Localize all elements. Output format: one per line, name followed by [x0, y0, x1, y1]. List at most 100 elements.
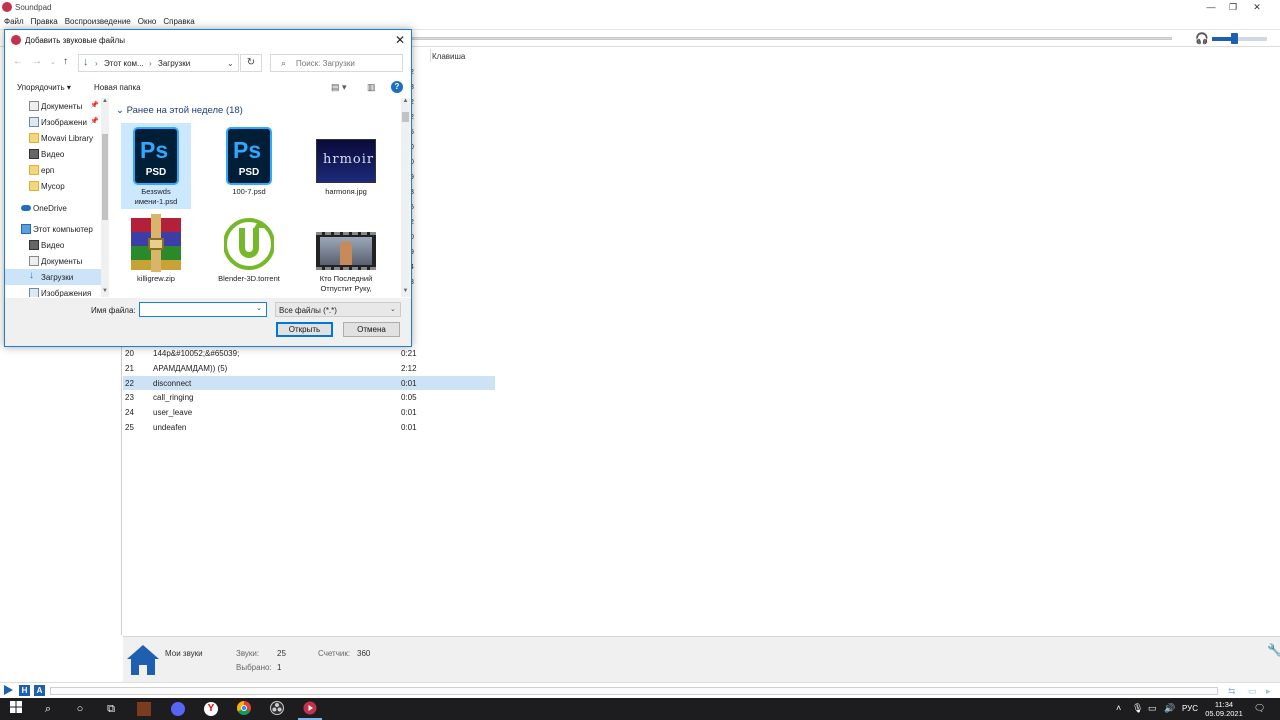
tree-item[interactable]: Изображени 📌 — [5, 114, 101, 130]
table-row[interactable]: 21 АРАМДАМДАМ)) (5) 2:12 — [123, 361, 495, 375]
tree-item[interactable]: Видео — [5, 237, 101, 253]
auto-toggle-button[interactable]: A — [34, 685, 45, 696]
tree-item[interactable]: OneDrive — [5, 200, 101, 216]
wrench-icon[interactable]: 🔧 — [1267, 643, 1280, 657]
headphones-icon[interactable]: 🎧 — [1195, 32, 1209, 45]
address-dropdown-icon[interactable]: ⌄ — [227, 59, 234, 68]
tree-item[interactable]: Документы 📌 — [5, 98, 101, 114]
table-row[interactable]: 20 144p&#10052;&#65039; 0:21 — [123, 346, 495, 360]
scroll-down-icon[interactable]: ▼ — [101, 288, 109, 294]
playback-progress-bar[interactable] — [412, 37, 1172, 40]
counter-label: Счетчик: — [318, 649, 351, 658]
playlist-icon[interactable]: ▸ — [1266, 686, 1271, 697]
file-type-select[interactable]: Все файлы (*.*) ⌄ — [275, 302, 401, 317]
table-row[interactable]: 22 disconnect 0:01 — [123, 375, 495, 390]
table-row[interactable]: 25 undeafen 0:01 — [123, 420, 495, 434]
file-item[interactable]: hrmoir harmonя.jpg — [311, 123, 381, 209]
tree-item[interactable]: Документы — [5, 253, 101, 269]
files-scrollbar-thumb[interactable] — [402, 112, 409, 122]
preview-pane-icon[interactable]: ▥ — [367, 82, 376, 93]
search-box[interactable]: ⌕ — [270, 54, 403, 72]
scroll-down-icon[interactable]: ▼ — [401, 288, 410, 294]
menu-file[interactable]: Файл — [0, 15, 27, 26]
filename-history-dropdown-icon[interactable]: ⌄ — [256, 304, 262, 312]
menu-edit[interactable]: Правка — [27, 15, 61, 26]
refresh-icon[interactable]: ↻ — [240, 54, 262, 72]
table-row[interactable]: 23 call_ringing 0:05 — [123, 390, 495, 404]
windows-start-icon[interactable] — [8, 701, 24, 717]
tree-scrollbar-thumb[interactable] — [102, 134, 108, 220]
tree-item[interactable]: Мусор — [5, 178, 101, 194]
file-item[interactable]: Ps PSD Безswds имени-1.psd — [121, 123, 191, 209]
up-arrow-icon[interactable]: ↑ — [63, 56, 68, 67]
winrar-taskbar-icon[interactable] — [137, 702, 151, 716]
breadcrumb-downloads[interactable]: Загрузки — [158, 59, 190, 68]
shuffle-icon[interactable]: ▭ — [1248, 686, 1257, 697]
tree-item[interactable]: Movavi Library — [5, 130, 101, 146]
new-folder-button[interactable]: Новая папка — [94, 83, 141, 92]
notifications-icon[interactable]: 🗨 — [1254, 703, 1265, 714]
yandex-browser-icon[interactable]: Y — [204, 702, 218, 716]
cancel-button[interactable]: Отмена — [343, 322, 400, 337]
group-header[interactable]: ⌄ Ранее на этой неделе (18) — [116, 105, 243, 116]
menu-help[interactable]: Справка — [159, 15, 197, 26]
filename-field[interactable]: ⌄ — [139, 302, 267, 317]
close-icon[interactable]: ✕ — [1234, 0, 1280, 15]
tray-expand-icon[interactable]: ˄ — [1116, 703, 1121, 713]
scroll-up-icon[interactable]: ▲ — [401, 98, 410, 104]
recent-locations-icon[interactable]: ⌄ — [50, 58, 56, 66]
chrome-icon[interactable] — [236, 701, 252, 717]
file-item[interactable]: Blender-3D.torrent — [214, 210, 284, 296]
search-icon[interactable]: ⌕ — [40, 701, 56, 717]
breadcrumb-this-pc[interactable]: Этот ком... — [104, 59, 144, 68]
column-key-header[interactable]: Клавиша — [432, 52, 465, 61]
language-indicator[interactable]: РУС — [1182, 704, 1198, 713]
clock-date: 05.09.2021 — [1205, 709, 1243, 718]
open-button[interactable]: Открыть — [276, 322, 333, 337]
menu-window[interactable]: Окно — [134, 15, 160, 26]
hotkeys-toggle-button[interactable]: H — [19, 685, 30, 696]
filename-input[interactable] — [142, 304, 252, 315]
microphone-icon[interactable]: 🎙 — [1132, 703, 1143, 714]
tree-item[interactable]: Видео — [5, 146, 101, 162]
category-name: Мои звуки — [165, 649, 203, 658]
tree-scrollbar[interactable]: ▲ ▼ — [101, 98, 109, 297]
file-item[interactable]: Ps PSD 100-7.psd — [214, 123, 284, 209]
tree-item[interactable]: ↓ Загрузки — [5, 269, 101, 285]
cortana-icon[interactable]: ○ — [72, 701, 88, 717]
scroll-up-icon[interactable]: ▲ — [101, 98, 109, 104]
view-options-icon[interactable]: ▤ ▾ — [331, 82, 347, 93]
seek-bar[interactable] — [50, 687, 1218, 695]
help-icon[interactable]: ? — [391, 81, 403, 93]
row-duration: 0:05 — [401, 393, 417, 403]
volume-slider[interactable] — [1212, 37, 1267, 41]
organize-button[interactable]: Упорядочить ▾ — [17, 83, 71, 92]
tree-item[interactable]: ерп — [5, 162, 101, 178]
forward-arrow-icon[interactable]: → — [32, 56, 42, 67]
search-input[interactable] — [296, 57, 400, 70]
home-icon[interactable] — [126, 643, 160, 677]
image-thumbnail: hrmoir — [316, 127, 376, 185]
address-bar[interactable]: ↓ › Этот ком... › Загрузки ⌄ — [78, 54, 239, 72]
play-icon[interactable] — [4, 685, 13, 695]
dialog-close-icon[interactable]: ✕ — [395, 33, 405, 47]
file-item[interactable]: killigrew.zip — [121, 210, 191, 296]
table-row[interactable]: 24 user_leave 0:01 — [123, 405, 495, 419]
tree-item[interactable]: Изображения — [5, 285, 101, 297]
tree-item[interactable]: Этот компьютер — [5, 221, 101, 237]
task-view-icon[interactable]: ⧉ — [103, 701, 119, 717]
column-separator — [430, 49, 431, 62]
soundpad-taskbar-icon[interactable] — [302, 701, 318, 717]
network-icon[interactable]: ▭ — [1148, 703, 1157, 714]
file-item[interactable]: Кто Последний Отпустит Руку, — [311, 210, 381, 296]
volume-slider-thumb[interactable] — [1231, 33, 1238, 44]
files-scrollbar[interactable]: ▲ ▼ — [401, 98, 410, 297]
clock[interactable]: 11:34 05.09.2021 — [1204, 700, 1244, 718]
repeat-icon[interactable]: ⇆ — [1228, 686, 1236, 697]
discord-icon[interactable] — [171, 702, 185, 716]
obs-icon[interactable] — [269, 701, 285, 717]
speaker-icon[interactable]: 🔊 — [1164, 703, 1175, 714]
menu-playback[interactable]: Воспроизведение — [61, 15, 134, 26]
dialog-title: Добавить звуковые файлы — [25, 36, 125, 45]
back-arrow-icon[interactable]: ← — [13, 56, 23, 67]
